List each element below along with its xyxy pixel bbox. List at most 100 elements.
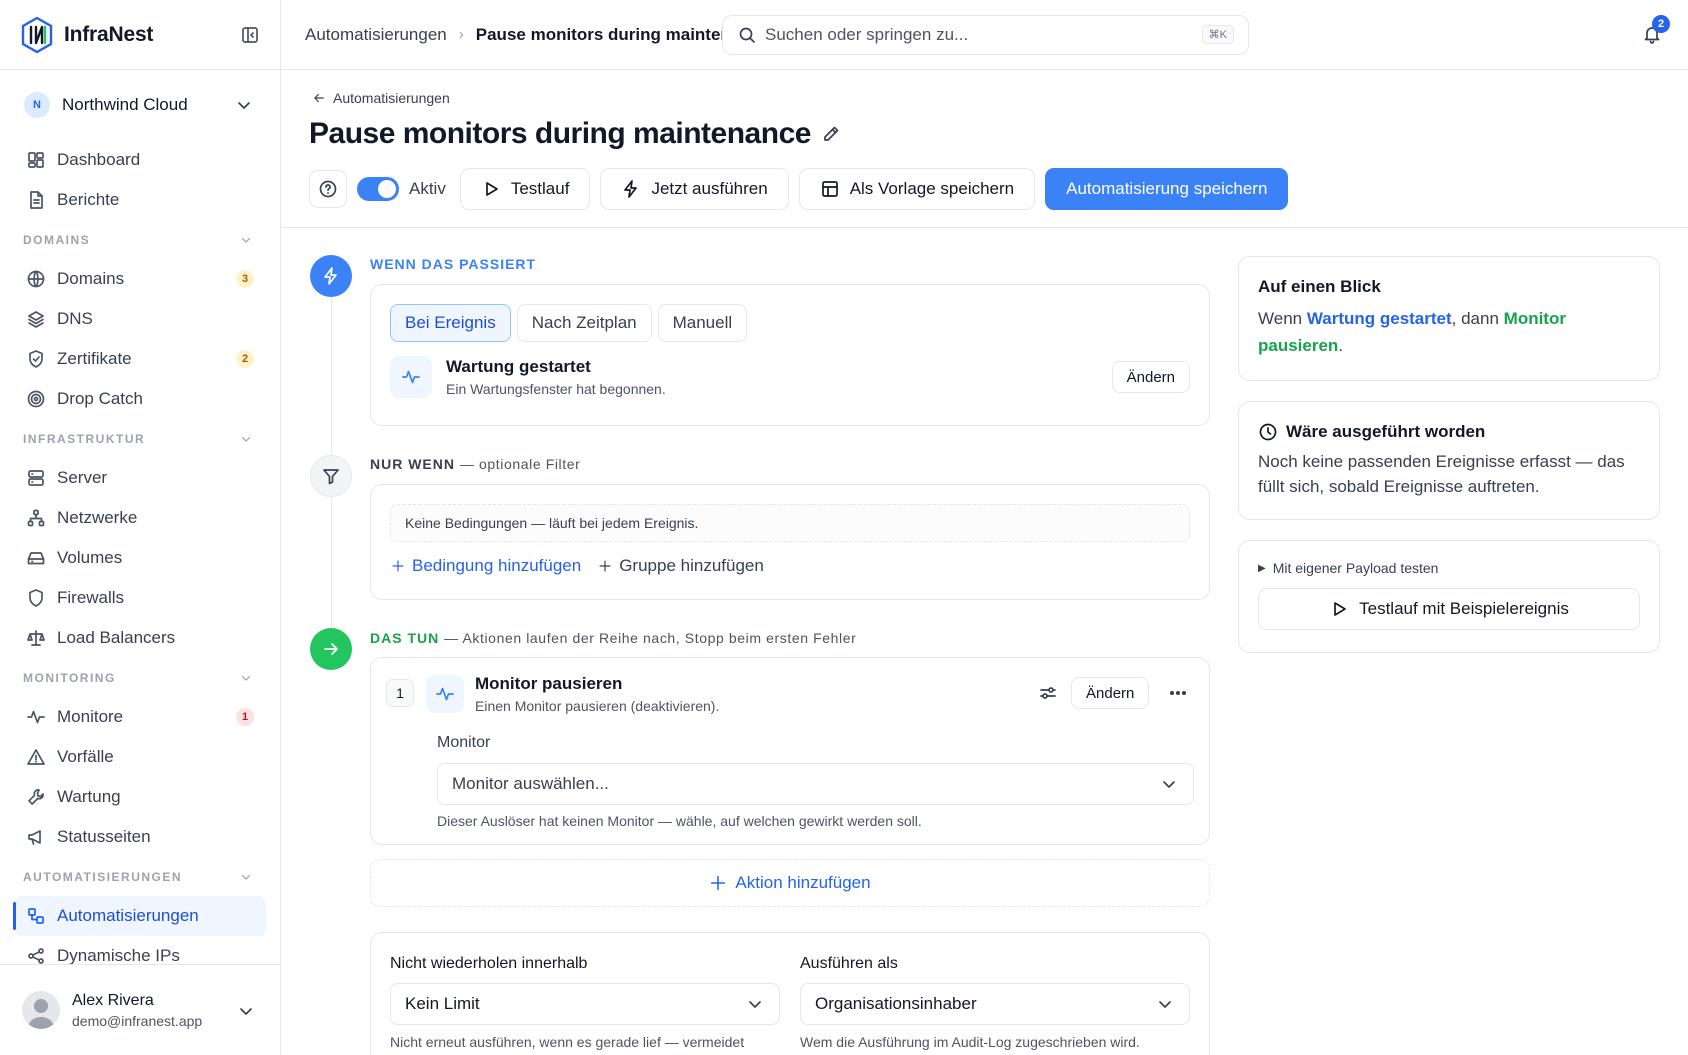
active-toggle[interactable]: Aktiv (357, 177, 446, 201)
run-now-button[interactable]: Jetzt ausführen (600, 168, 789, 210)
section-automations[interactable]: AUTOMATISIERUNGEN (14, 857, 266, 896)
tab-manual[interactable]: Manuell (657, 304, 748, 342)
help-button[interactable] (309, 170, 347, 208)
notifications-button[interactable]: 2 (1642, 15, 1670, 48)
sidebar-item-label: Vorfälle (57, 747, 114, 766)
chevron-down-icon (238, 431, 254, 447)
search-input[interactable]: Suchen oder springen zu... ⌘K (722, 15, 1249, 55)
change-trigger-button[interactable]: Ändern (1111, 361, 1190, 393)
section-title: AUTOMATISIERUNGEN (23, 869, 183, 884)
sidebar-item-drop-catch[interactable]: Drop Catch (14, 379, 266, 419)
payload-disclosure[interactable]: ▶ Mit eigener Payload testen (1258, 560, 1640, 576)
sidebar-item-domains[interactable]: Domains 3 (14, 259, 266, 299)
org-avatar: N (24, 92, 50, 118)
button-label: Gruppe hinzufügen (619, 556, 764, 575)
sidebar-item-label: Dashboard (57, 150, 141, 169)
sidebar-item-reports[interactable]: Berichte (14, 180, 266, 220)
summary-post: . (1338, 336, 1344, 356)
filter-card: Keine Bedingungen — läuft bei jedem Erei… (370, 484, 1210, 600)
plus-icon (709, 874, 727, 892)
sidebar-item-certificates[interactable]: Zertifikate 2 (14, 339, 266, 379)
sidebar-item-dns[interactable]: DNS (14, 299, 266, 339)
section-monitoring[interactable]: MONITORING (14, 658, 266, 697)
would-run-title-text: Wäre ausgeführt worden (1286, 422, 1486, 441)
sidebar-item-volumes[interactable]: Volumes (14, 538, 266, 578)
notification-count: 2 (1652, 15, 1670, 33)
save-automation-button[interactable]: Automatisierung speichern (1045, 168, 1289, 210)
trigger-section-label: WENN DAS PASSIERT (370, 256, 537, 272)
chevron-down-icon (1159, 774, 1179, 794)
pencil-icon[interactable] (821, 124, 841, 144)
more-horizontal-icon[interactable] (1168, 683, 1188, 703)
zap-icon (621, 179, 641, 199)
sidebar-item-label: Monitore (57, 707, 124, 726)
sidebar-item-servers[interactable]: Server (14, 458, 266, 498)
filter-label: NUR WENN (370, 456, 455, 472)
chevron-down-icon (234, 95, 254, 115)
payload-summary: Mit eigener Payload testen (1272, 560, 1439, 576)
add-condition-button[interactable]: Bedingung hinzufügen (390, 556, 581, 576)
sidebar-item-incidents[interactable]: Vorfälle (14, 737, 266, 777)
sidebar-item-maintenance[interactable]: Wartung (14, 777, 266, 817)
toggle-label: Aktiv (409, 179, 446, 198)
org-switcher[interactable]: N Northwind Cloud (0, 70, 280, 140)
count-badge: 3 (236, 270, 254, 288)
sidebar-nav: Dashboard Berichte DOMAINS Domains 3 DNS … (0, 140, 280, 976)
test-run-button[interactable]: Testlauf (459, 168, 591, 210)
sidebar-item-label: Zertifikate (57, 349, 132, 368)
sidebar-item-load-balancers[interactable]: Load Balancers (14, 618, 266, 658)
button-label: Aktion hinzufügen (735, 873, 871, 892)
run-as-hint: Wem die Ausführung im Audit-Log zugeschr… (800, 1034, 1140, 1050)
select-value: Monitor auswählen... (452, 774, 609, 793)
section-infrastructure[interactable]: INFRASTRUKTUR (14, 419, 266, 458)
template-icon (820, 179, 840, 199)
run-as-select[interactable]: Organisationsinhaber (800, 983, 1190, 1025)
add-action-button[interactable]: Aktion hinzufügen (370, 859, 1210, 907)
button-label: Jetzt ausführen (651, 179, 768, 198)
sliders-icon[interactable] (1038, 683, 1058, 703)
sidebar-item-monitors[interactable]: Monitore 1 (14, 697, 266, 737)
sidebar-collapse-icon[interactable] (240, 25, 260, 45)
activity-icon (390, 356, 432, 398)
tab-schedule[interactable]: Nach Zeitplan (516, 304, 652, 342)
play-icon (481, 179, 501, 199)
button-label: Testlauf mit Beispielereignis (1359, 599, 1569, 618)
user-menu[interactable]: Alex Rivera demo@infranest.app (0, 964, 280, 1055)
repeat-hint: Nicht erneut ausführen, wenn es gerade l… (390, 1034, 745, 1050)
sidebar-item-label: Server (57, 468, 108, 487)
breadcrumb-parent[interactable]: Automatisierungen (305, 25, 447, 45)
test-with-sample-button[interactable]: Testlauf mit Beispielereignis (1258, 588, 1640, 630)
activity-icon (426, 675, 464, 713)
section-title: MONITORING (23, 670, 116, 685)
chevron-down-icon (1155, 994, 1175, 1014)
sidebar-item-label: Statusseiten (57, 827, 151, 846)
sidebar-item-dashboard[interactable]: Dashboard (14, 140, 266, 180)
wrench-icon (26, 787, 46, 807)
change-action-button[interactable]: Ändern (1071, 677, 1150, 709)
back-link[interactable]: Automatisierungen (311, 90, 450, 106)
section-domains[interactable]: DOMAINS (14, 220, 266, 259)
trigger-event: Wartung gestartet Ein Wartungsfenster ha… (390, 356, 1190, 398)
summary-card: Auf einen Blick Wenn Wartung gestartet, … (1238, 256, 1660, 381)
chevron-down-icon (745, 994, 765, 1014)
monitor-hint: Dieser Auslöser hat keinen Monitor — wäh… (437, 813, 922, 829)
topbar: Automatisierungen › Pause monitors durin… (281, 0, 1688, 70)
toggle-switch[interactable] (357, 177, 399, 201)
sidebar-item-firewalls[interactable]: Firewalls (14, 578, 266, 618)
action-card: 1 Monitor pausieren Einen Monitor pausie… (370, 657, 1210, 845)
save-template-button[interactable]: Als Vorlage speichern (798, 168, 1036, 210)
tab-on-event[interactable]: Bei Ereignis (390, 304, 511, 342)
chevron-down-icon (238, 670, 254, 686)
brand-name: InfraNest (64, 22, 154, 46)
repeat-select[interactable]: Kein Limit (390, 983, 780, 1025)
sidebar-item-networks[interactable]: Netzwerke (14, 498, 266, 538)
chevron-down-icon (238, 232, 254, 248)
sidebar-item-label: Drop Catch (57, 389, 143, 408)
monitor-select[interactable]: Monitor auswählen... (437, 763, 1194, 805)
action-sub: — Aktionen laufen der Reihe nach, Stopp … (444, 630, 857, 646)
sidebar-item-automations[interactable]: Automatisierungen (13, 896, 266, 936)
sidebar-item-status-pages[interactable]: Statusseiten (14, 817, 266, 857)
trigger-step-marker (310, 255, 352, 297)
dashboard-icon (26, 150, 46, 170)
add-group-button[interactable]: Gruppe hinzufügen (597, 556, 764, 576)
